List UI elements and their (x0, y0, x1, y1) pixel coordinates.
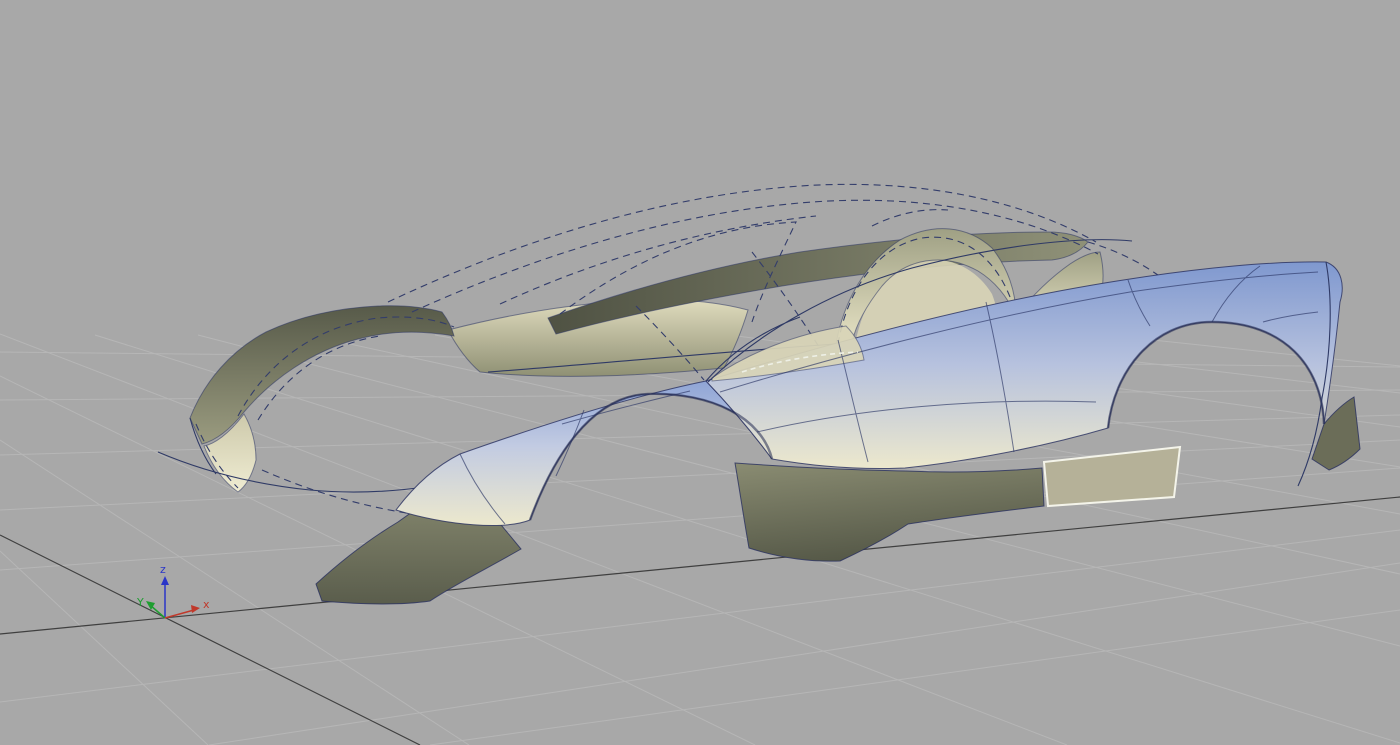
z-axis-label: z (160, 563, 166, 576)
x-axis-label: x (203, 598, 210, 611)
perspective-viewport[interactable]: z Y x (0, 0, 1400, 745)
viewport-background (0, 0, 1400, 745)
viewport-canvas[interactable]: z Y x (0, 0, 1400, 745)
y-axis-label: Y (136, 596, 144, 609)
